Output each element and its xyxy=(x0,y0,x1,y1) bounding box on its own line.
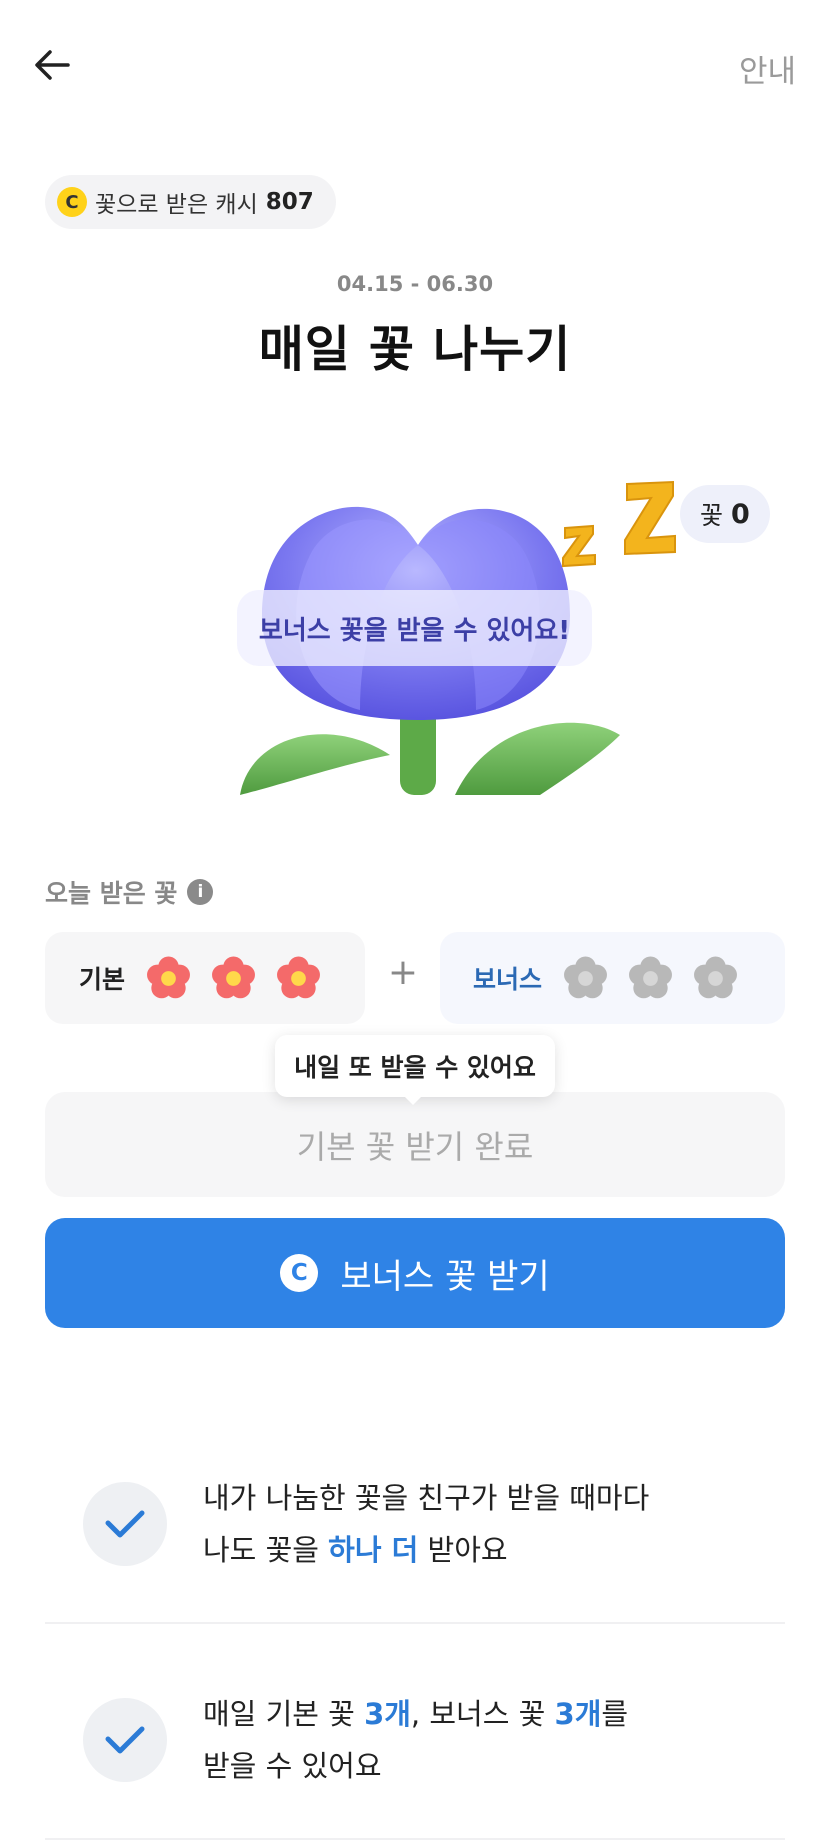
check-icon xyxy=(83,1482,167,1566)
highlight-text: 3개 xyxy=(364,1697,411,1731)
info-icon[interactable]: i xyxy=(187,879,214,905)
coin-icon: C xyxy=(57,187,87,217)
flower-received-icon xyxy=(147,955,190,998)
flower-received-icon xyxy=(277,955,320,998)
text: , 보너스 꽃 xyxy=(410,1697,555,1731)
cash-label: 꽃으로 받은 캐시 xyxy=(95,192,258,218)
flower-empty-icon xyxy=(564,955,607,998)
flower-count-value: 0 xyxy=(731,498,750,530)
get-bonus-flower-label: 보너스 꽃 받기 xyxy=(340,1256,550,1297)
page-title: 매일 꽃 나누기 xyxy=(258,321,572,378)
benefit-line: 내가 나눔한 꽃을 친구가 받을 때마다 xyxy=(203,1481,650,1515)
flower-count-label: 꽃 xyxy=(700,501,724,530)
tomorrow-tooltip: 내일 또 받을 수 있어요 xyxy=(275,1035,555,1097)
divider xyxy=(45,1838,785,1840)
basic-flower-complete-button[interactable]: 기본 꽃 받기 완료 xyxy=(45,1092,785,1197)
highlight-text: 3개 xyxy=(554,1697,602,1731)
divider xyxy=(45,1622,785,1624)
benefit-text: 매일 기본 꽃 3개, 보너스 꽃 3개를 받을 수 있어요 xyxy=(203,1688,628,1792)
today-received-label: 오늘 받은 꽃 xyxy=(45,879,178,908)
flower-count-badge: 꽃 0 xyxy=(680,485,770,543)
text: 받아요 xyxy=(418,1533,508,1567)
check-icon xyxy=(83,1698,167,1782)
basic-label: 기본 xyxy=(79,965,126,994)
bonus-flower-list xyxy=(562,955,739,1002)
benefit-text: 내가 나눔한 꽃을 친구가 받을 때마다 나도 꽃을 하나 더 받아요 xyxy=(203,1472,649,1576)
benefit-line: 받을 수 있어요 xyxy=(203,1749,382,1783)
flower-empty-icon xyxy=(694,955,737,998)
benefit-item: 매일 기본 꽃 3개, 보너스 꽃 3개를 받을 수 있어요 xyxy=(45,1688,785,1792)
benefit-item: 내가 나눔한 꽃을 친구가 받을 때마다 나도 꽃을 하나 더 받아요 xyxy=(45,1472,785,1576)
text: 매일 기본 꽃 xyxy=(203,1697,365,1731)
cash-earned-pill: C 꽃으로 받은 캐시 807 xyxy=(45,175,336,229)
sleep-z-icon xyxy=(562,480,676,568)
back-button[interactable] xyxy=(28,40,78,90)
text: 를 xyxy=(601,1697,629,1731)
coin-icon: C xyxy=(280,1254,319,1292)
today-received-heading: 오늘 받은 꽃 i xyxy=(45,874,214,910)
cash-value: 807 xyxy=(265,189,314,215)
benefit-line: 매일 기본 꽃 3개, 보너스 꽃 3개를 xyxy=(203,1688,628,1740)
basic-flower-list xyxy=(145,955,322,1002)
basic-flowers-box: 기본 xyxy=(45,932,365,1024)
flower-received-icon xyxy=(212,955,255,998)
flower-empty-icon xyxy=(629,955,672,998)
tooltip-arrow xyxy=(402,1094,424,1105)
highlight-text: 하나 더 xyxy=(328,1533,419,1567)
bonus-flowers-box: 보너스 xyxy=(440,932,785,1024)
guide-link[interactable]: 안내 xyxy=(739,46,796,91)
plus-sign: + xyxy=(387,952,419,993)
text: 나도 꽃을 xyxy=(203,1533,329,1567)
benefit-line: 나도 꽃을 하나 더 받아요 xyxy=(203,1524,649,1576)
bonus-available-message: 보너스 꽃을 받을 수 있어요! xyxy=(237,590,592,666)
get-bonus-flower-button[interactable]: C 보너스 꽃 받기 xyxy=(45,1218,785,1328)
event-period: 04.15 - 06.30 xyxy=(336,272,494,296)
arrow-left-icon xyxy=(35,50,70,80)
bonus-label: 보너스 xyxy=(473,965,543,994)
